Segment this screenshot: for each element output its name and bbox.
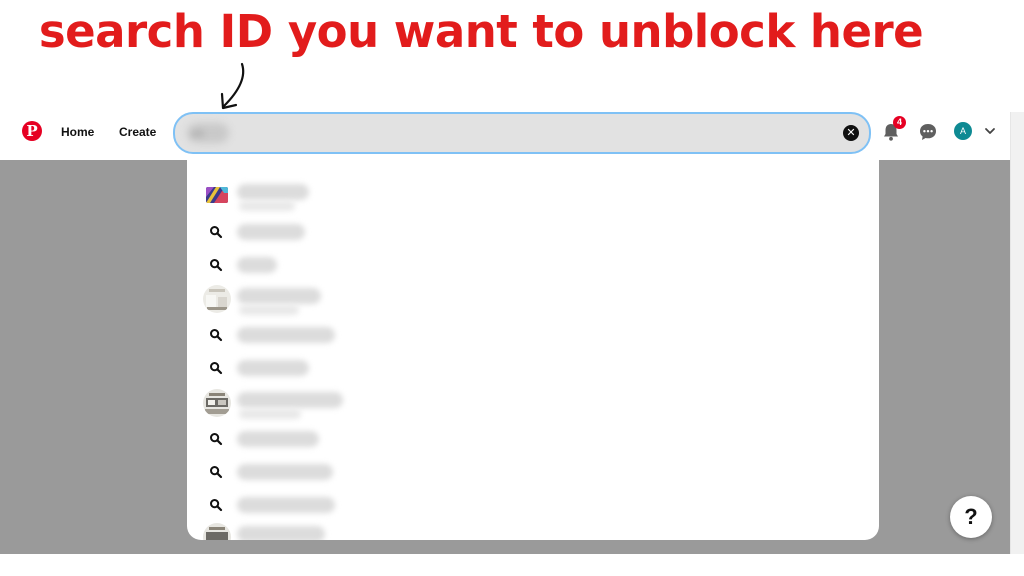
scrollbar[interactable] — [1010, 112, 1024, 554]
nav-create-link[interactable]: Create — [119, 124, 156, 140]
result-label-redacted: blurred — [237, 497, 335, 513]
pinterest-logo-icon[interactable]: P — [22, 121, 42, 141]
result-label-redacted: blurred — [237, 184, 309, 200]
list-item[interactable]: blurred — [187, 457, 879, 487]
nav-home-link[interactable]: Home — [61, 124, 94, 140]
result-label-redacted: blurred — [237, 464, 333, 480]
list-item[interactable]: blurred — [187, 388, 879, 419]
list-item[interactable]: blurred — [187, 490, 879, 520]
search-input[interactable] — [191, 123, 221, 143]
help-button[interactable]: ? — [950, 496, 992, 538]
search-icon — [210, 433, 223, 446]
search-icon — [210, 362, 223, 375]
list-item[interactable]: blurred — [187, 180, 879, 211]
avatar[interactable]: A — [954, 122, 972, 140]
search-icon — [210, 499, 223, 512]
instruction-caption: search ID you want to unblock here — [38, 5, 924, 58]
search-box[interactable]: ✕ — [173, 112, 871, 154]
search-icon — [210, 466, 223, 479]
list-item[interactable]: blurred — [187, 217, 879, 247]
search-icon — [210, 226, 223, 239]
search-icon — [210, 259, 223, 272]
list-item[interactable]: blurred — [187, 522, 879, 540]
list-item[interactable]: blurred — [187, 353, 879, 383]
result-label-redacted: blurred — [237, 360, 309, 376]
result-label-redacted: blurred — [237, 526, 325, 540]
colorful-art-thumbnail — [206, 187, 228, 203]
result-sublabel-redacted — [239, 201, 295, 211]
top-navigation-bar: P Home Create ✕ 4 A — [0, 112, 1010, 160]
list-item[interactable]: blurred — [187, 250, 879, 280]
result-sublabel-redacted — [239, 409, 301, 419]
pointer-arrow-icon — [220, 62, 245, 110]
pinterest-window: P Home Create ✕ 4 A — [0, 112, 1010, 554]
search-icon — [210, 329, 223, 342]
result-label-redacted: blurred — [237, 431, 319, 447]
result-label-redacted: blurred — [237, 288, 321, 304]
list-item[interactable]: blurred — [187, 320, 879, 350]
list-item[interactable]: blurred — [187, 284, 879, 315]
room-decor-thumbnail — [203, 389, 231, 417]
result-label-redacted: blurred — [237, 257, 277, 273]
result-label-redacted: blurred — [237, 392, 343, 408]
list-item[interactable]: blurred — [187, 424, 879, 454]
clear-search-icon[interactable]: ✕ — [843, 125, 859, 141]
result-label-redacted: blurred — [237, 327, 335, 343]
room-decor-thumbnail — [203, 523, 231, 540]
notification-count-badge: 4 — [893, 116, 906, 129]
result-label-redacted: blurred — [237, 224, 305, 240]
result-sublabel-redacted — [239, 305, 299, 315]
annotated-screenshot: search ID you want to unblock here P Hom… — [0, 0, 1024, 576]
chevron-down-icon[interactable] — [984, 125, 996, 137]
room-decor-thumbnail — [203, 285, 231, 313]
search-suggestions-dropdown: blurred blurred blurred — [187, 160, 879, 540]
chat-bubble-icon[interactable] — [918, 122, 938, 142]
